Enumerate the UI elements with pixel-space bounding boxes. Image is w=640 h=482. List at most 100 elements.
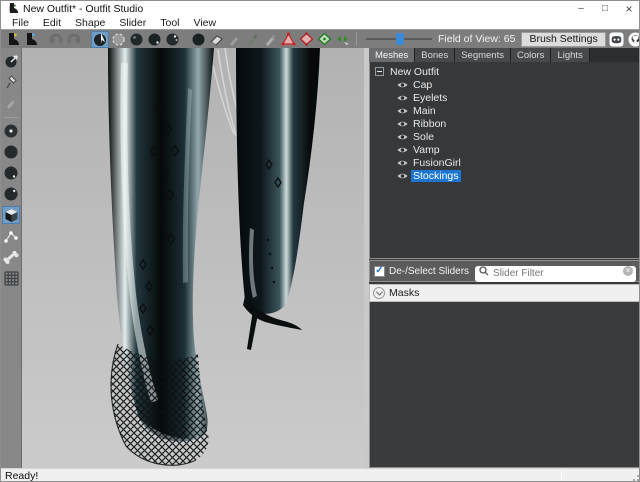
right-panel: Meshes Bones Segments Colors Lights New … xyxy=(369,48,640,468)
eye-icon[interactable] xyxy=(397,133,408,141)
maximize-button[interactable]: □ xyxy=(593,1,617,16)
inflate-tool-button[interactable] xyxy=(2,143,20,161)
load-project-button[interactable] xyxy=(21,31,39,48)
redo-button[interactable] xyxy=(65,31,83,48)
side-toolbar xyxy=(1,48,22,468)
transform-tool-button[interactable] xyxy=(2,52,20,70)
close-button[interactable]: × xyxy=(617,1,640,16)
tree-row-eyelets[interactable]: Eyelets xyxy=(375,91,640,104)
outfit-studio-window: New Outfit* - Outfit Studio – □ × File E… xyxy=(0,0,640,482)
eye-icon[interactable] xyxy=(397,172,408,180)
tree-row-main[interactable]: Main xyxy=(375,104,640,117)
tree-root-row[interactable]: New Outfit xyxy=(375,65,640,78)
bone-icon xyxy=(3,251,19,264)
tab-lights[interactable]: Lights xyxy=(551,48,589,62)
tree-row-fusiongirl[interactable]: FusionGirl xyxy=(375,156,640,169)
inflate-circle-icon xyxy=(3,144,19,160)
menu-file[interactable]: File xyxy=(5,17,36,29)
chevron-down-icon[interactable] xyxy=(373,287,385,299)
eye-icon[interactable] xyxy=(397,146,408,154)
deflate-circle-icon xyxy=(3,165,19,181)
deselect-sliders-checkbox[interactable]: ✓ xyxy=(374,266,385,277)
eye-icon[interactable] xyxy=(397,120,408,128)
menu-tool[interactable]: Tool xyxy=(153,17,186,29)
undo-brush-button[interactable] xyxy=(207,31,225,48)
statusbar: Ready! xyxy=(1,468,640,482)
mirror-icon xyxy=(335,32,350,46)
statusbar-divider xyxy=(561,471,562,481)
menu-shape[interactable]: Shape xyxy=(68,17,112,29)
select-tool-button[interactable] xyxy=(91,31,109,48)
github-button[interactable] xyxy=(627,31,640,48)
menu-slider[interactable]: Slider xyxy=(112,17,153,29)
move-brush-icon xyxy=(165,32,180,47)
mask-brush-button[interactable] xyxy=(109,31,127,48)
pin-icon xyxy=(5,75,18,89)
resize-grip[interactable] xyxy=(630,472,640,482)
tree-row-cap[interactable]: Cap xyxy=(375,78,640,91)
load-project-icon xyxy=(23,32,38,47)
github-icon xyxy=(628,32,640,47)
move-brush-button[interactable] xyxy=(163,31,181,48)
eye-icon[interactable] xyxy=(397,159,408,167)
cube-icon xyxy=(4,208,19,223)
deflate-brush-icon xyxy=(147,32,162,47)
tangent-brush-button[interactable] xyxy=(2,94,20,112)
mirror-toggle-button[interactable] xyxy=(333,31,351,48)
clear-filter-icon[interactable]: × xyxy=(623,266,633,276)
tree-label-selected: Stockings xyxy=(411,170,461,182)
viewport-3d[interactable] xyxy=(22,48,364,468)
grid-toggle-button[interactable] xyxy=(2,269,20,287)
select-tool-icon xyxy=(93,32,108,47)
tab-segments[interactable]: Segments xyxy=(455,48,511,62)
weight-brush-button[interactable] xyxy=(225,31,243,48)
fov-slider[interactable] xyxy=(366,32,432,46)
tab-meshes[interactable]: Meshes xyxy=(369,48,415,62)
minimize-button[interactable]: – xyxy=(569,1,593,16)
move-circle-icon xyxy=(3,186,19,202)
color-brush-icon xyxy=(246,33,259,46)
mask-tool-button[interactable] xyxy=(2,122,20,140)
inflate-brush-button[interactable] xyxy=(127,31,145,48)
menubar: File Edit Shape Slider Tool View xyxy=(1,16,640,29)
tree-row-sole[interactable]: Sole xyxy=(375,130,640,143)
new-project-icon xyxy=(5,32,20,47)
tab-colors[interactable]: Colors xyxy=(511,48,551,62)
tree-row-ribbon[interactable]: Ribbon xyxy=(375,117,640,130)
tree-label: FusionGirl xyxy=(411,157,463,169)
tree-row-stockings[interactable]: Stockings xyxy=(375,169,640,182)
tree-label: Main xyxy=(411,105,438,117)
masks-header[interactable]: Masks xyxy=(369,284,640,302)
color-brush-button[interactable] xyxy=(243,31,261,48)
undo-button[interactable] xyxy=(47,31,65,48)
tree-row-vamp[interactable]: Vamp xyxy=(375,143,640,156)
menu-edit[interactable]: Edit xyxy=(36,17,68,29)
collapse-vertex-button[interactable] xyxy=(279,31,297,48)
move-tool-button[interactable] xyxy=(2,185,20,203)
eye-icon[interactable] xyxy=(397,94,408,102)
edit-mesh-button[interactable] xyxy=(2,206,20,224)
alpha-brush-button[interactable] xyxy=(261,31,279,48)
deflate-tool-button[interactable] xyxy=(2,164,20,182)
bone-edit-button[interactable] xyxy=(2,248,20,266)
discord-button[interactable] xyxy=(608,31,625,48)
flip-edge-button[interactable] xyxy=(297,31,315,48)
pin-tool-button[interactable] xyxy=(2,73,20,91)
menu-view[interactable]: View xyxy=(187,17,224,29)
vertex-edit-button[interactable] xyxy=(2,227,20,245)
eraser-icon xyxy=(209,33,224,46)
discord-icon xyxy=(609,32,624,47)
slider-filter-input[interactable] xyxy=(475,266,636,282)
brush-settings-button[interactable]: Brush Settings xyxy=(521,32,605,47)
new-project-button[interactable] xyxy=(3,31,21,48)
smooth-brush-button[interactable] xyxy=(189,31,207,48)
eye-icon[interactable] xyxy=(397,81,408,89)
collapse-icon[interactable] xyxy=(375,67,384,76)
masks-panel-body xyxy=(369,302,640,468)
tree-root-label: New Outfit xyxy=(388,66,441,78)
deflate-brush-button[interactable] xyxy=(145,31,163,48)
split-edge-button[interactable] xyxy=(315,31,333,48)
tab-bones[interactable]: Bones xyxy=(415,48,455,62)
fov-slider-thumb[interactable] xyxy=(396,33,404,45)
eye-icon[interactable] xyxy=(397,107,408,115)
